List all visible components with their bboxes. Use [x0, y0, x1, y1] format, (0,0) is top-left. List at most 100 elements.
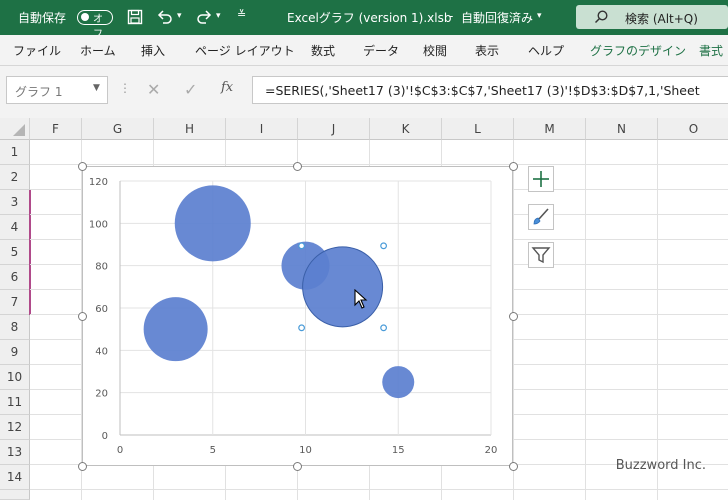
tab-review[interactable]: 校閲	[423, 42, 447, 59]
gridline	[585, 140, 586, 500]
tab-view[interactable]: 表示	[475, 42, 499, 59]
column-header-l[interactable]: L	[442, 118, 514, 140]
undo-dropdown-icon[interactable]: ▾	[177, 11, 182, 21]
row-header-15[interactable]	[0, 490, 30, 500]
bubble-point[interactable]	[382, 366, 415, 399]
ribbon-tabs: ファイル ホーム 挿入 ページ レイアウト 数式 データ 校閲 表示 ヘルプ グ…	[0, 35, 728, 66]
undo-icon[interactable]	[156, 9, 174, 25]
column-header-g[interactable]: G	[82, 118, 154, 140]
redo-dropdown-icon[interactable]: ▾	[216, 11, 221, 21]
tab-format[interactable]: 書式	[699, 42, 723, 59]
y-tick-label: 80	[95, 262, 108, 273]
y-tick-label: 100	[89, 219, 108, 230]
x-tick-label: 0	[117, 445, 123, 456]
tab-page-layout[interactable]: ページ レイアウト	[195, 42, 295, 59]
x-axis-tick-labels: 0 5 10 15 20	[117, 445, 498, 456]
column-header-j[interactable]: J	[298, 118, 370, 140]
column-header-i[interactable]: I	[226, 118, 298, 140]
tab-insert[interactable]: 挿入	[141, 42, 165, 59]
resize-handle-left[interactable]	[78, 312, 87, 321]
resize-handle-bottom[interactable]	[293, 462, 302, 471]
select-all-corner[interactable]	[0, 118, 30, 140]
row-header-5[interactable]: 5	[0, 240, 30, 265]
y-tick-label: 0	[102, 431, 108, 442]
row-header-7[interactable]: 7	[0, 290, 30, 315]
row-header-4[interactable]: 4	[0, 215, 30, 240]
y-tick-label: 40	[95, 346, 108, 357]
name-box[interactable]: グラフ 1 ▼	[6, 76, 108, 104]
column-header-k[interactable]: K	[370, 118, 442, 140]
name-box-value: グラフ 1	[15, 85, 63, 99]
resize-handle-bottom-right[interactable]	[509, 462, 518, 471]
row-header-13[interactable]: 13	[0, 440, 30, 465]
insert-function-icon[interactable]: fx	[221, 80, 233, 95]
chart-styles-button[interactable]	[528, 204, 554, 230]
row-header-1[interactable]: 1	[0, 140, 30, 165]
column-header-m[interactable]: M	[514, 118, 586, 140]
row-header-9[interactable]: 9	[0, 340, 30, 365]
customize-qat-icon[interactable]: ≚	[237, 8, 246, 21]
y-tick-label: 20	[95, 389, 108, 400]
autosave-toggle[interactable]: オフ	[77, 10, 113, 40]
bubble-point[interactable]	[302, 246, 384, 328]
redo-icon[interactable]	[195, 9, 213, 25]
bubble-point[interactable]	[143, 297, 208, 362]
column-header-n[interactable]: N	[586, 118, 658, 140]
column-header-f[interactable]: F	[30, 118, 82, 140]
formula-text: =SERIES(,'Sheet17 (3)'!$C$3:$C$7,'Sheet1…	[265, 83, 700, 98]
gridline	[30, 489, 728, 490]
paintbrush-icon	[533, 208, 549, 225]
row-header-11[interactable]: 11	[0, 390, 30, 415]
column-header-h[interactable]: H	[154, 118, 226, 140]
gridline	[30, 164, 728, 165]
formula-bar-grip-icon[interactable]: ⋮	[119, 81, 131, 95]
x-tick-label: 5	[210, 445, 216, 456]
chart-filters-button[interactable]	[528, 242, 554, 268]
search-label: 検索 (Alt+Q)	[625, 12, 698, 26]
tab-chart-design[interactable]: グラフのデザイン	[590, 42, 686, 59]
resize-handle-top-right[interactable]	[509, 162, 518, 171]
search-icon	[594, 10, 608, 24]
row-header-14[interactable]: 14	[0, 465, 30, 490]
tab-file[interactable]: ファイル	[13, 42, 61, 59]
row-header-10[interactable]: 10	[0, 365, 30, 390]
save-status[interactable]: 自動回復済み	[461, 9, 533, 26]
select-all-triangle-icon	[13, 124, 25, 136]
tab-help[interactable]: ヘルプ	[528, 42, 564, 59]
row-header-3[interactable]: 3	[0, 190, 30, 215]
bubble-chart[interactable]: 0 5 10 15 20 0 20 40 60 80 100 120	[83, 167, 512, 465]
enter-icon[interactable]: ✓	[184, 80, 197, 99]
resize-handle-top-left[interactable]	[78, 162, 87, 171]
save-icon[interactable]	[127, 9, 143, 25]
formula-input[interactable]: =SERIES(,'Sheet17 (3)'!$C$3:$C$7,'Sheet1…	[252, 76, 728, 104]
tab-home[interactable]: ホーム	[80, 42, 116, 59]
row-header-2[interactable]: 2	[0, 165, 30, 190]
point-selection-handle	[298, 242, 306, 250]
chart-area[interactable]: 0 5 10 15 20 0 20 40 60 80 100 120	[82, 166, 513, 466]
file-name: Excelグラフ (version 1).xlsb	[287, 11, 452, 25]
formula-bar-area: グラフ 1 ▼ ⋮ ✕ ✓ fx =SERIES(,'Sheet17 (3)'!…	[0, 66, 728, 118]
chart-elements-button[interactable]	[528, 166, 554, 192]
resize-handle-top[interactable]	[293, 162, 302, 171]
filter-icon	[531, 247, 551, 264]
tab-data[interactable]: データ	[363, 42, 399, 59]
column-header-o[interactable]: O	[658, 118, 728, 140]
plus-icon	[533, 171, 549, 187]
row-header-8[interactable]: 8	[0, 315, 30, 340]
name-box-dropdown-icon[interactable]: ▼	[93, 83, 100, 93]
bubble-point[interactable]	[174, 185, 251, 262]
cancel-icon[interactable]: ✕	[147, 80, 160, 99]
point-selection-handle	[298, 324, 306, 332]
point-selection-handle	[380, 324, 388, 332]
row-header-6[interactable]: 6	[0, 265, 30, 290]
search-box[interactable]: 検索 (Alt+Q)	[576, 5, 728, 29]
save-status-dropdown-icon[interactable]: ▾	[537, 11, 542, 21]
row-header-12[interactable]: 12	[0, 415, 30, 440]
toggle-knob	[81, 13, 89, 21]
x-tick-label: 10	[299, 445, 312, 456]
tab-formulas[interactable]: 数式	[311, 42, 335, 59]
gridline	[657, 140, 658, 500]
resize-handle-right[interactable]	[509, 312, 518, 321]
x-tick-label: 15	[392, 445, 405, 456]
resize-handle-bottom-left[interactable]	[78, 462, 87, 471]
